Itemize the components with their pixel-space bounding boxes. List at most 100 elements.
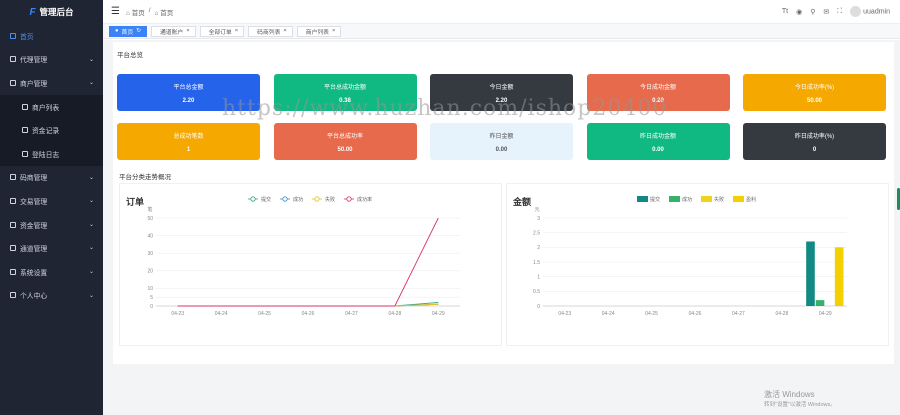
close-icon[interactable]: × bbox=[235, 28, 238, 34]
menu-item-icon bbox=[10, 32, 16, 39]
chevron-down-icon: ⌄ bbox=[88, 245, 94, 252]
legend-marker bbox=[346, 196, 352, 202]
stat-card: 昨日成功金额 0.00 bbox=[586, 123, 730, 160]
stat-card-value: 0.00 bbox=[652, 147, 664, 153]
sidebar-item-label: 资金管理 bbox=[20, 222, 48, 230]
orders-chart-svg: 笔 0 5 10 20 30 40 50 04-23 04-24 04-25 04-26 04-27 04… bbox=[147, 196, 460, 317]
font-size-icon[interactable]: Tt bbox=[782, 8, 788, 15]
app-logo[interactable]: F 管理后台 bbox=[0, 0, 103, 24]
overview-title: 平台总览 bbox=[117, 52, 143, 59]
legend-label: 提交 bbox=[650, 196, 660, 203]
sidebar-item-label: 登陆日志 bbox=[32, 151, 60, 159]
menu-toggle-icon[interactable]: ☰ bbox=[111, 6, 120, 17]
breadcrumb-home-link[interactable]: ⌂ 首页 bbox=[126, 7, 145, 17]
sidebar-item[interactable]: 资金记录 bbox=[0, 118, 103, 142]
y-tick-label: 10 bbox=[147, 286, 153, 292]
windows-activation-title: 激活 Windows bbox=[764, 390, 815, 399]
menu-item-icon bbox=[10, 245, 16, 252]
amount-chart: 金额 元 0 0.5 1 1.5 2 2.5 3 04-23 04-24 04-25 04-26 04-… bbox=[506, 183, 889, 346]
app-title: 管理后台 bbox=[39, 7, 74, 17]
menu-item-icon bbox=[22, 150, 28, 157]
logo-mark: F bbox=[29, 6, 36, 18]
y-tick-label: 0 bbox=[150, 304, 153, 310]
sidebar-item[interactable]: 商户列表 bbox=[0, 94, 103, 119]
legend-label: 失败 bbox=[714, 196, 724, 203]
stat-card-value: 0 bbox=[812, 147, 817, 153]
sidebar-item-label: 资金记录 bbox=[32, 128, 60, 136]
x-tick-label: 04-27 bbox=[732, 311, 745, 317]
sidebar-item[interactable]: 登陆日志 bbox=[0, 141, 103, 166]
tab[interactable]: 通道账户 × bbox=[150, 25, 196, 37]
stat-card-label: 昨日金额 bbox=[489, 134, 514, 140]
chevron-down-icon: ⌄ bbox=[88, 174, 94, 181]
tab[interactable]: 码商列表 × bbox=[248, 25, 293, 37]
y-tick-label: 0 bbox=[537, 304, 540, 310]
stat-card-label: 平台总成功金额 bbox=[323, 85, 366, 91]
fullscreen-icon[interactable]: ⛶ bbox=[837, 8, 842, 16]
tab-label: 商户列表 bbox=[305, 29, 329, 36]
stat-card-label: 昨日成功率(%) bbox=[794, 134, 835, 140]
series-line bbox=[177, 217, 439, 307]
stat-card-label: 平台总成功率 bbox=[326, 134, 363, 140]
y-tick-label: 20 bbox=[147, 269, 153, 275]
legend-swatch bbox=[733, 196, 744, 202]
tab[interactable]: 全部订单 × bbox=[199, 25, 245, 37]
y-tick-label: 1 bbox=[537, 274, 540, 280]
breadcrumb-label-1: 首页 bbox=[131, 9, 145, 17]
bar bbox=[806, 241, 815, 306]
stat-card: 昨日金额 0.00 bbox=[430, 123, 573, 160]
x-tick-label: 04-23 bbox=[558, 311, 571, 317]
legend-label: 成功 bbox=[293, 196, 303, 203]
tab-label: 首页 bbox=[121, 29, 134, 36]
amount-chart-title: 金额 bbox=[513, 197, 532, 207]
close-icon[interactable]: × bbox=[332, 28, 335, 34]
sidebar-item[interactable]: 交易管理 ⌄ bbox=[0, 189, 103, 213]
legend-label: 失败 bbox=[325, 196, 335, 203]
sidebar-item[interactable]: 资金管理 ⌄ bbox=[0, 213, 103, 237]
amount-chart-svg: 元 0 0.5 1 1.5 2 2.5 3 04-23 04-24 04-25 04-26 04-27 0… bbox=[533, 196, 847, 317]
close-icon[interactable]: × bbox=[283, 28, 286, 34]
bar bbox=[815, 300, 825, 306]
chevron-down-icon: ⌄ bbox=[88, 292, 94, 299]
refresh-icon[interactable]: ↻ bbox=[136, 28, 141, 34]
sidebar-item[interactable]: 通道管理 ⌄ bbox=[0, 236, 103, 260]
sidebar-item[interactable]: 个人中心 ⌄ bbox=[0, 284, 103, 308]
sidebar-item[interactable]: 系统设置 ⌄ bbox=[0, 260, 103, 284]
close-icon[interactable]: × bbox=[186, 28, 189, 34]
chevron-down-icon: ⌄ bbox=[88, 198, 94, 205]
topbar: ☰ ⌂ 首页 / ⌂ 首页 Tt ◉ ⚲ ✉ ⛶ uuadmin bbox=[103, 0, 900, 24]
x-tick-label: 04-28 bbox=[388, 311, 401, 317]
sidebar-item-label: 通道管理 bbox=[20, 246, 48, 254]
tab[interactable]: 商户列表 × bbox=[296, 25, 342, 37]
sidebar: F 管理后台 首页 代理管理 ⌄ 商户管理 ⌄ 商户列表资金记录登陆日志码商管理 ⌄ 交易管理… bbox=[0, 0, 103, 415]
github-icon[interactable]: ◉ bbox=[796, 8, 802, 16]
breadcrumb-separator: / bbox=[148, 6, 151, 14]
legend-marker bbox=[250, 196, 256, 202]
notification-icon[interactable]: ✉ bbox=[823, 8, 829, 16]
legend-swatch bbox=[701, 196, 712, 202]
user-menu[interactable]: uuadmin bbox=[850, 6, 890, 17]
chevron-down-icon: ⌄ bbox=[88, 56, 94, 63]
avatar bbox=[850, 6, 862, 17]
y-unit-label: 元 bbox=[534, 207, 539, 213]
search-icon[interactable]: ⚲ bbox=[810, 8, 815, 16]
sidebar-item[interactable]: 商户管理 ⌄ bbox=[0, 71, 103, 95]
dashboard-panel: 平台总览 平台总金额 2.20 平台总成功金额 0.38 今日金额 2.20 今日成功金额 0… bbox=[113, 42, 894, 364]
legend-label: 盈利 bbox=[746, 196, 756, 203]
x-tick-label: 04-26 bbox=[302, 311, 315, 317]
sidebar-item[interactable]: 码商管理 ⌄ bbox=[0, 166, 103, 190]
menu-item-icon bbox=[10, 197, 16, 204]
y-tick-label: 3 bbox=[537, 216, 540, 222]
sidebar-item[interactable]: 首页 bbox=[0, 24, 103, 48]
sidebar-item[interactable]: 代理管理 ⌄ bbox=[0, 48, 103, 72]
x-tick-label: 04-29 bbox=[432, 311, 445, 317]
y-tick-label: 2 bbox=[537, 245, 540, 251]
stat-card-label: 平台总金额 bbox=[173, 85, 204, 91]
legend-marker bbox=[282, 196, 288, 202]
tab[interactable]: ● 首页 ↻ bbox=[109, 25, 147, 37]
stat-card: 平台总成功率 50.00 bbox=[273, 123, 417, 160]
x-tick-label: 04-27 bbox=[345, 311, 358, 317]
menu-item-icon bbox=[10, 292, 16, 299]
sidebar-menu: 首页 代理管理 ⌄ 商户管理 ⌄ 商户列表 资金记录 登陆日志 码商管理 ⌄ 交易管理 ⌄ 资金管理 ⌄ 通… bbox=[0, 24, 103, 307]
windows-activation-notice: 激活 Windows 转到"设置"以激活 Windows。 bbox=[764, 390, 836, 410]
